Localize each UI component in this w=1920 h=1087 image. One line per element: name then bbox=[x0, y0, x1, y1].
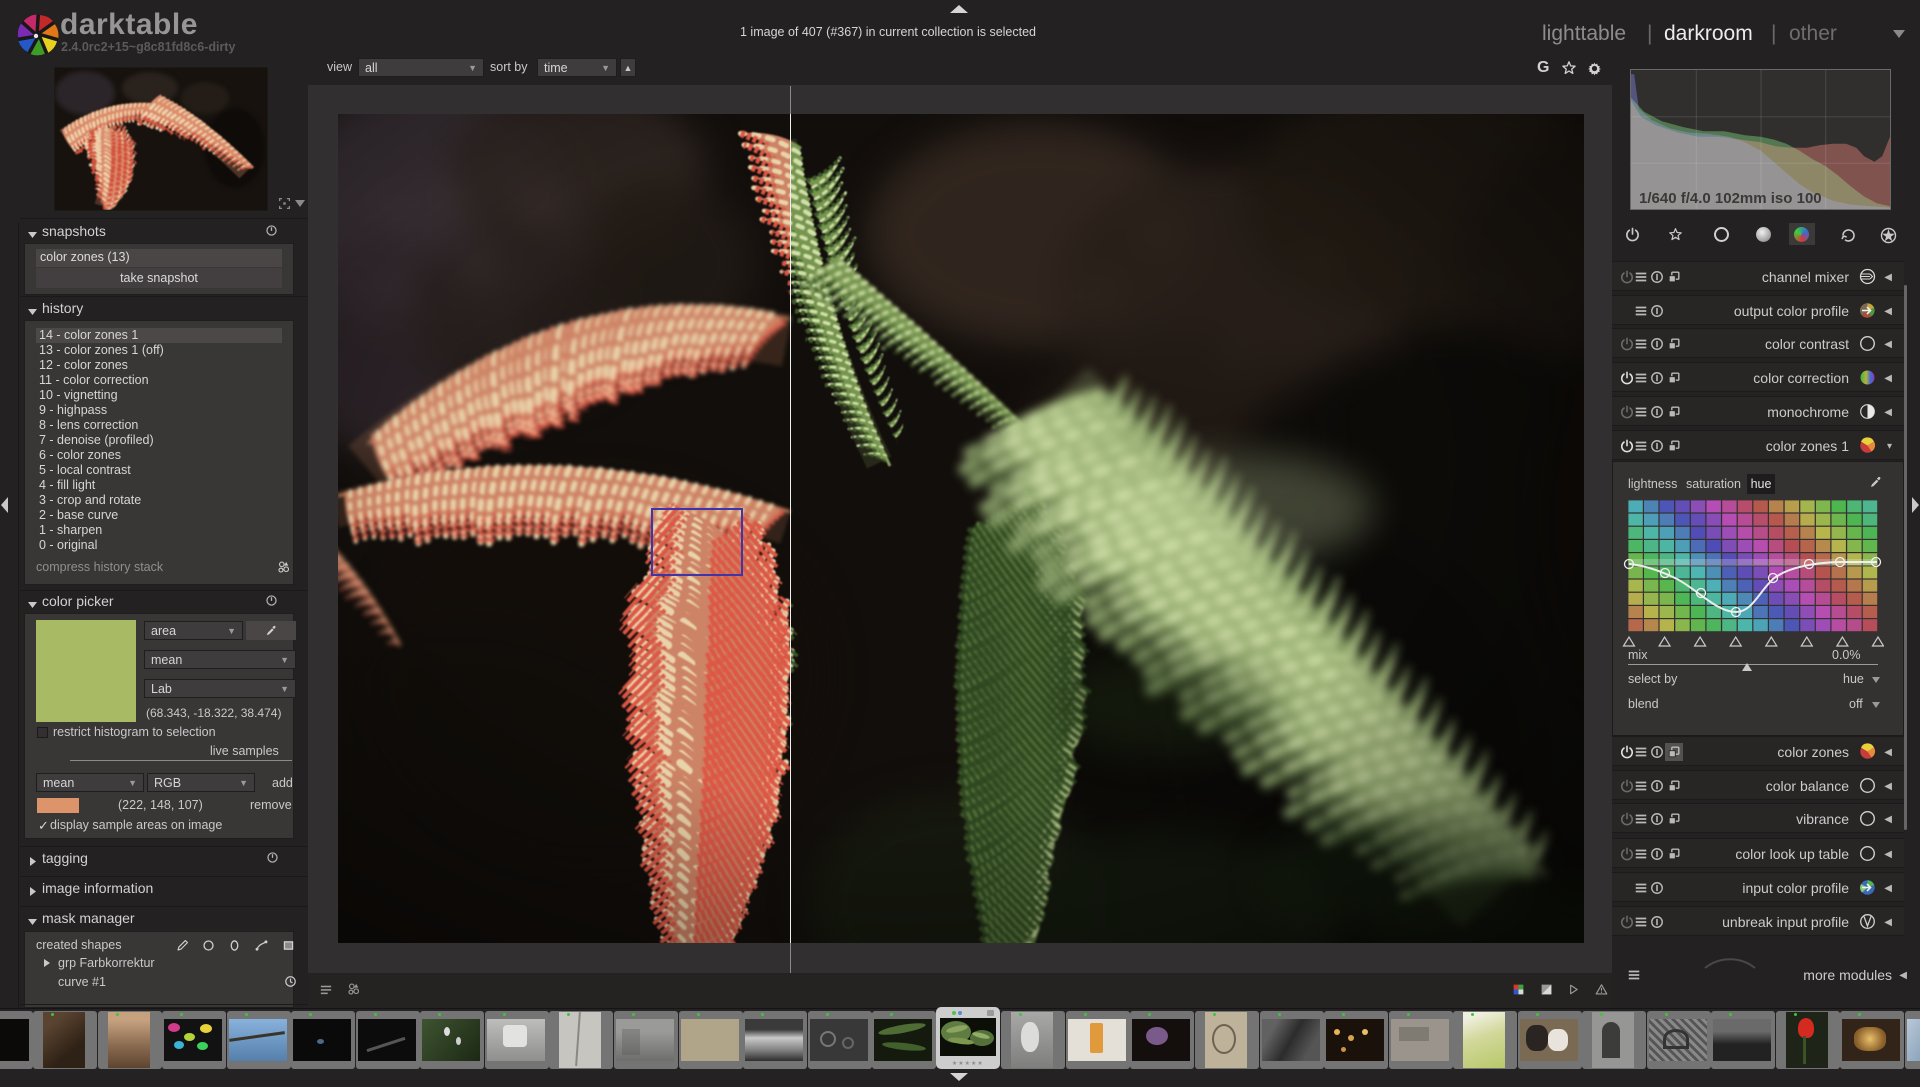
svg-text:1/640 f/4.0 102mm iso 100: 1/640 f/4.0 102mm iso 100 bbox=[1639, 190, 1822, 207]
